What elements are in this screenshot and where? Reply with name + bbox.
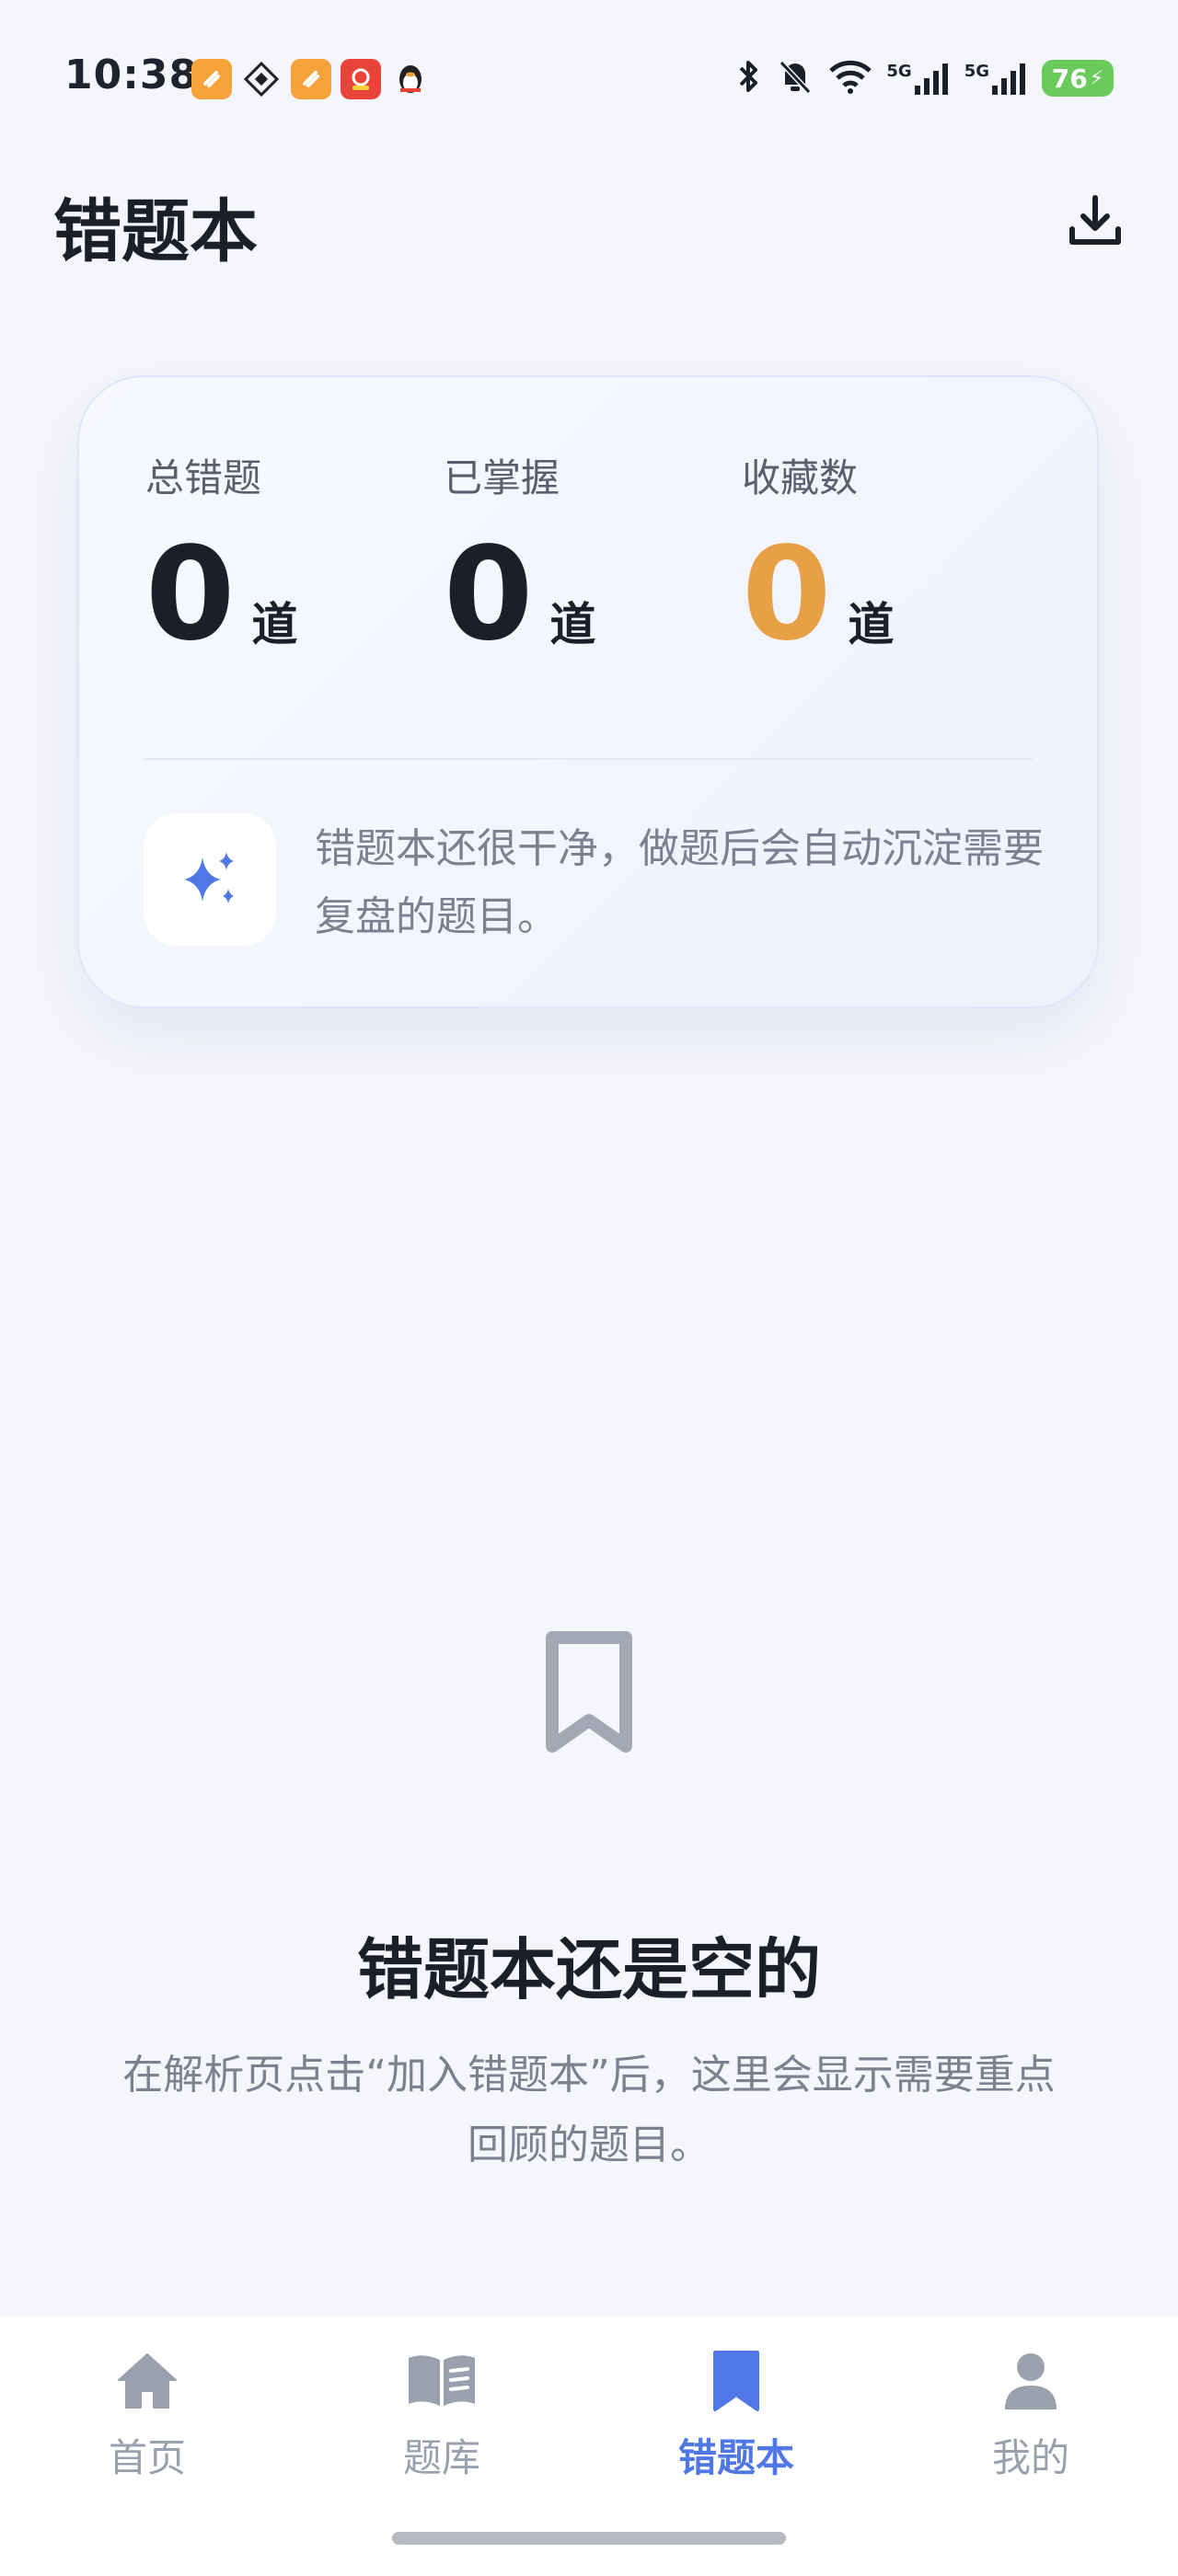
status-bar: 10:38 5G 5G 76 ⚡ <box>0 0 1178 156</box>
nav-label: 我的 <box>991 2435 1069 2480</box>
nav-item-home[interactable]: 首页 <box>46 2344 248 2483</box>
sparkle-icon <box>184 852 234 903</box>
bluetooth-icon <box>735 57 763 99</box>
app-icon-orange <box>191 59 232 99</box>
empty-state-description: 在解析页点击“加入错题本”后，这里会显示需要重点回顾的题目。 <box>122 2052 1056 2168</box>
home-indicator[interactable] <box>392 2532 786 2545</box>
nav-label: 错题本 <box>677 2435 794 2480</box>
tip-icon-box <box>144 813 276 946</box>
wifi-icon <box>827 58 873 98</box>
5g-signal-icon: 5G <box>964 62 1029 95</box>
stat-unit: 道 <box>549 598 596 651</box>
notification-icons <box>191 59 431 99</box>
stat-total-wrong: 总错题 0 道 <box>145 447 297 660</box>
stat-label: 已掌握 <box>444 455 560 500</box>
stat-value: 0 <box>145 520 236 670</box>
5g-signal-icon: 5G <box>886 62 951 95</box>
nav-item-wrong-book[interactable]: 错题本 <box>635 2344 837 2483</box>
shopping-app-icon <box>341 59 381 99</box>
nav-item-profile[interactable]: 我的 <box>930 2344 1132 2483</box>
qq-penguin-icon <box>390 59 431 99</box>
user-icon <box>1005 2353 1057 2409</box>
empty-state-title: 错题本还是空的 <box>356 1931 821 2008</box>
download-button[interactable] <box>1058 184 1132 258</box>
stat-mastered: 已掌握 0 道 <box>444 447 595 660</box>
nav-label: 首页 <box>108 2435 186 2480</box>
status-time: 10:38 <box>64 52 199 98</box>
grid-app-icon <box>241 59 282 99</box>
stat-label: 总错题 <box>145 455 262 500</box>
stat-unit: 道 <box>251 598 298 651</box>
home-icon <box>118 2353 177 2409</box>
tip-text: 错题本还很干净，做题后会自动沉淀需要复盘的题目。 <box>315 825 1044 940</box>
system-status-icons: 5G 5G 76 ⚡ <box>735 57 1114 99</box>
bookmark-icon <box>713 2351 759 2411</box>
download-icon <box>1069 195 1121 245</box>
bookmark-outline-icon <box>546 1631 632 1753</box>
battery-indicator: 76 ⚡ <box>1042 60 1114 97</box>
nav-label: 题库 <box>402 2435 480 2480</box>
stat-value: 0 <box>742 520 832 670</box>
book-icon <box>409 2355 475 2406</box>
stats-card: 总错题 0 道 已掌握 0 道 收藏数 0 道 错题本还很干净，做题后会自动沉淀… <box>77 375 1099 1008</box>
stat-unit: 道 <box>848 598 895 651</box>
page-title: 错题本 <box>53 192 258 271</box>
app-icon-orange <box>291 59 331 99</box>
nav-item-question-bank[interactable]: 题库 <box>341 2344 543 2483</box>
charging-icon: ⚡ <box>1089 66 1104 90</box>
stat-value: 0 <box>444 520 534 670</box>
mute-bell-icon <box>776 57 814 99</box>
stat-favorites: 收藏数 0 道 <box>742 447 894 660</box>
stat-label: 收藏数 <box>742 455 859 500</box>
card-divider <box>144 758 1033 760</box>
